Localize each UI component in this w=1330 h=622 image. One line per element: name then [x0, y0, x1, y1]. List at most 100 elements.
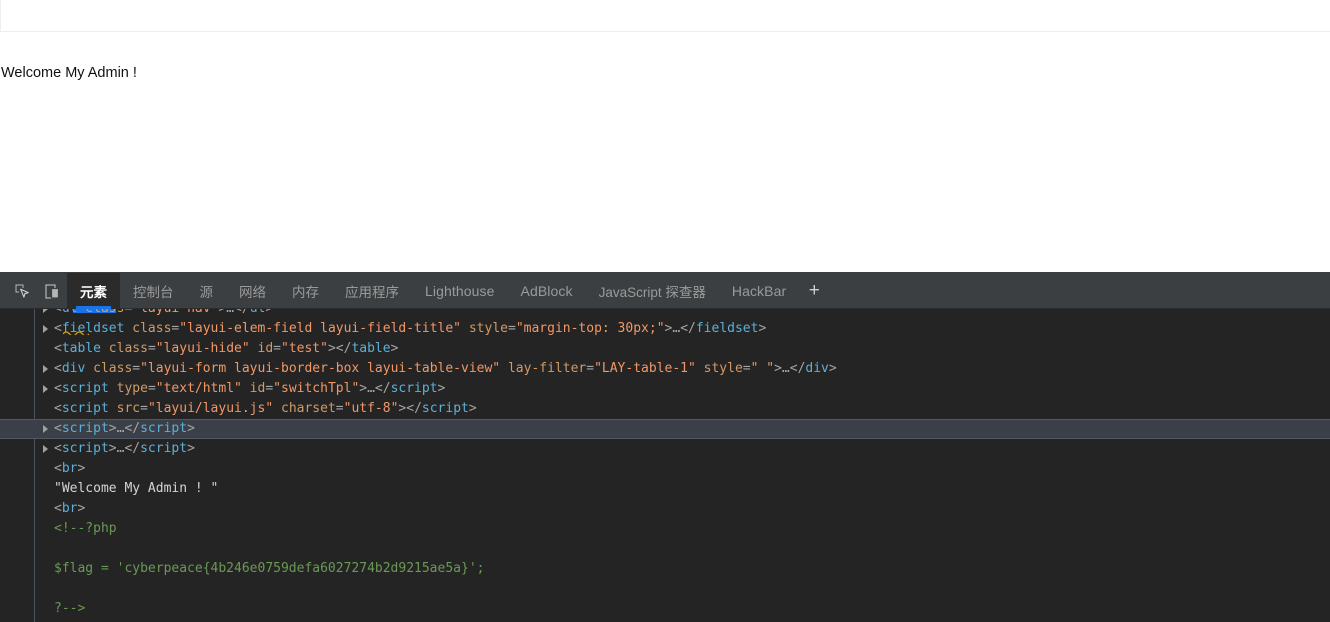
token-tag: script	[61, 381, 109, 396]
devtools-tab-6[interactable]: Lighthouse	[412, 273, 508, 309]
dom-line-text: <br>	[0, 459, 85, 479]
token-attr: id	[241, 381, 266, 396]
devtools-tab-3[interactable]: 网络	[226, 273, 279, 309]
expand-arrow-icon[interactable]	[43, 365, 48, 373]
token-attr: lay-filter	[500, 361, 587, 376]
dom-line-text: "Welcome My Admin ! "	[0, 479, 218, 499]
dom-line-text: < fieldset class = "layui-elem-field layui-…	[0, 319, 766, 339]
dom-line-text: <ul class="layui-nav">…</ul>	[0, 309, 273, 319]
devtools-toolbar-inner: 元素 控制台源网络 内存 应用程序 Lighthouse AdBlock JavaScrip…	[0, 273, 829, 309]
dom-line-text: <br>	[0, 499, 85, 519]
device-toolbar-icon[interactable]	[37, 273, 67, 309]
dom-line-line-script-src[interactable]: <script src="layui/layui.js" charset="ut…	[0, 399, 1330, 419]
token-comment: <!--?php	[54, 521, 117, 536]
token-eq: =	[147, 381, 156, 396]
dom-line-line-table[interactable]: <table class="layui-hide" id="test"></ta…	[0, 339, 1330, 359]
token-tag: div	[61, 361, 86, 376]
token-eq: =	[586, 361, 595, 376]
inspect-element-icon[interactable]	[7, 273, 37, 309]
more-tabs-button[interactable]: +	[799, 273, 829, 309]
dom-line-text: <!--?php	[0, 519, 117, 539]
devtools-tab-5[interactable]: 应用程序	[332, 273, 412, 309]
token-punct: >	[77, 461, 86, 476]
token-punct: </	[680, 321, 696, 336]
dom-line-line-script-2[interactable]: <script>…</script>	[0, 439, 1330, 459]
dom-line-line-br-1[interactable]: <br>	[0, 459, 1330, 479]
token-val: "margin-top: 30px;"	[515, 321, 665, 336]
dom-line-line-php-open[interactable]: <!--?php	[0, 519, 1330, 539]
dom-line-line-welcome-text-node[interactable]: "Welcome My Admin ! "	[0, 479, 1330, 499]
dom-line-line-blank-1[interactable]	[0, 539, 1330, 559]
token-val: "layui-nav"	[132, 309, 218, 316]
token-punct: ></	[398, 401, 422, 416]
token-punct: </	[124, 421, 141, 436]
token-text: "Welcome My Admin ! "	[54, 481, 219, 496]
dom-line-text: <script type="text/html" id="switchTpl">…	[0, 379, 445, 399]
token-attr: class	[77, 309, 124, 316]
dom-line-text: $flag = 'cyberpeace{4b246e0759defa602727…	[0, 559, 484, 579]
devtools-tab-2[interactable]: 源	[187, 273, 227, 309]
token-punct: >	[77, 501, 86, 516]
devtools-tab-8[interactable]: JavaScript 探查器	[586, 273, 719, 309]
token-punct: >	[390, 341, 399, 356]
dom-line-text: <table class="layui-hide" id="test"></ta…	[0, 339, 398, 359]
token-punct: <	[54, 461, 62, 476]
devtools-panel: 元素 控制台源网络 内存 应用程序 Lighthouse AdBlock JavaScrip…	[0, 272, 1330, 622]
token-punct: >	[828, 361, 837, 376]
token-punct: </	[789, 361, 806, 376]
dom-line-line-php-close[interactable]: ?-->	[0, 599, 1330, 619]
token-punct: <	[54, 321, 62, 336]
spelling-squiggle-icon	[63, 330, 89, 335]
token-attr: style	[695, 361, 743, 376]
devtools-tab-list: 元素 控制台源网络 内存 应用程序 Lighthouse AdBlock JavaScrip…	[67, 273, 799, 309]
token-attr: class	[124, 321, 172, 336]
dom-line-line-ul[interactable]: <ul class="layui-nav">…</ul>	[0, 309, 1330, 319]
token-punct: >	[437, 381, 446, 396]
token-comment: ?-->	[54, 601, 86, 616]
token-ellip: …	[367, 381, 375, 396]
token-tag: script	[61, 441, 109, 456]
browser-page-content: Welcome My Admin !	[0, 0, 1330, 272]
dom-line-line-div-table-view[interactable]: <div class="layui-form layui-border-box …	[0, 359, 1330, 379]
elements-dom-tree[interactable]: <ul class="layui-nav">…</ul><fieldset cl…	[0, 309, 1330, 622]
devtools-tab-7[interactable]: AdBlock	[508, 273, 586, 309]
token-punct: >	[187, 441, 195, 456]
dom-line-line-br-2[interactable]: <br>	[0, 499, 1330, 519]
expand-arrow-icon[interactable]	[43, 425, 48, 433]
devtools-tab-1[interactable]: 控制台	[120, 273, 187, 309]
devtools-tab-4[interactable]: 内存	[279, 273, 332, 309]
token-punct: <	[54, 309, 62, 316]
expand-arrow-icon[interactable]	[43, 325, 48, 333]
expand-arrow-icon[interactable]	[43, 385, 48, 393]
dom-line-line-fieldset[interactable]: < fieldset class = "layui-elem-field layui-…	[0, 319, 1330, 339]
token-eq: =	[507, 321, 516, 336]
token-punct: >	[108, 441, 117, 456]
token-attr: class	[100, 341, 148, 356]
token-val: "utf-8"	[343, 401, 399, 416]
devtools-tab-0[interactable]: 元素	[67, 273, 120, 309]
token-eq: =	[273, 341, 281, 356]
token-punct: >	[108, 421, 117, 436]
token-tag: br	[61, 501, 78, 516]
token-ellip: …	[781, 361, 790, 376]
dom-line-text: <script>…</script>	[0, 419, 195, 439]
dom-line-line-script-tpl[interactable]: <script type="text/html" id="switchTpl">…	[0, 379, 1330, 399]
devtools-tab-9[interactable]: HackBar	[719, 273, 799, 309]
dom-line-line-script-selected[interactable]: <script>…</script>	[0, 419, 1330, 439]
expand-arrow-icon[interactable]	[43, 445, 48, 453]
token-punct: <	[54, 361, 62, 376]
token-punct: <	[54, 401, 62, 416]
token-punct: <	[54, 441, 62, 456]
dom-line-line-blank-2[interactable]	[0, 579, 1330, 599]
devtools-toolbar: 元素 控制台源网络 内存 应用程序 Lighthouse AdBlock JavaScrip…	[0, 273, 1330, 309]
dom-line-text: ?-->	[0, 599, 85, 619]
token-tag: script	[61, 401, 109, 416]
dom-tree-lines: <ul class="layui-nav">…</ul><fieldset cl…	[0, 309, 1330, 619]
dom-line-text: <script>…</script>	[0, 439, 195, 459]
token-punct: >	[359, 381, 368, 396]
expand-arrow-icon[interactable]	[43, 309, 48, 313]
dom-line-line-flag[interactable]: $flag = 'cyberpeace{4b246e0759defa602727…	[0, 559, 1330, 579]
token-val: "test"	[281, 341, 328, 356]
token-punct: >	[758, 321, 767, 336]
token-punct: >	[774, 361, 782, 376]
